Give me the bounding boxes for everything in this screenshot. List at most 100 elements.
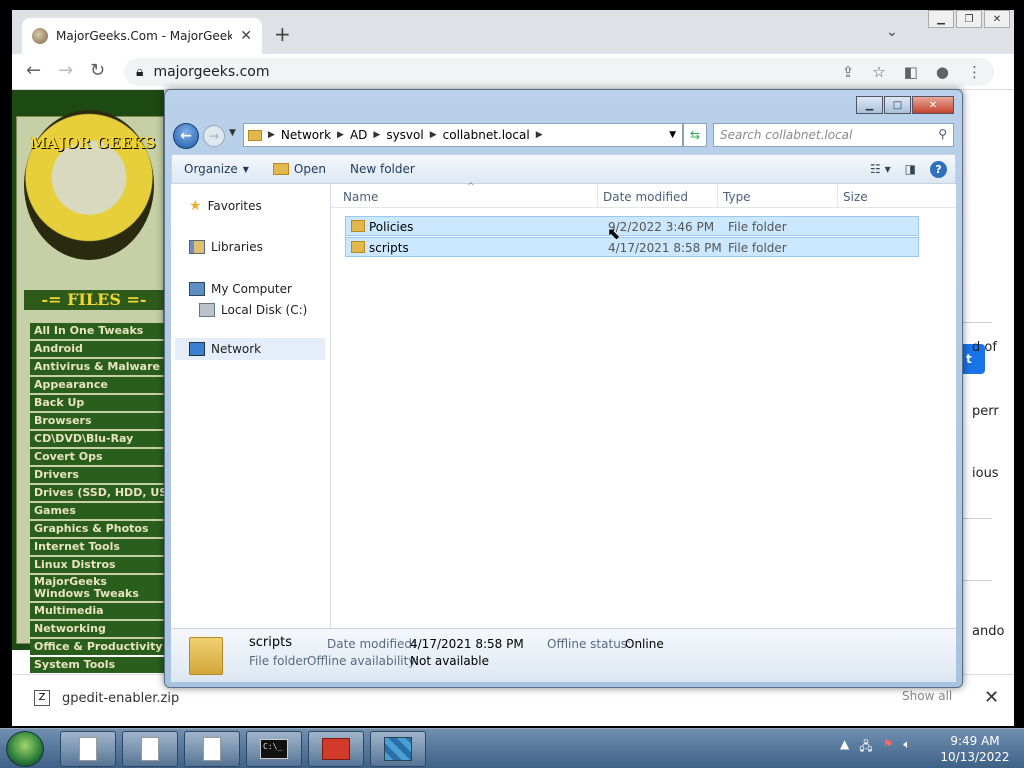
category-link[interactable]: Covert Ops bbox=[30, 449, 164, 465]
nav-local-disk[interactable]: Local Disk (C:) bbox=[199, 303, 307, 317]
kebab-menu-icon[interactable]: ⋮ bbox=[967, 63, 982, 81]
back-arrow-icon[interactable]: ← bbox=[173, 123, 199, 149]
column-divider[interactable] bbox=[597, 184, 598, 208]
category-link[interactable]: Networking bbox=[30, 621, 164, 637]
column-name[interactable]: Name bbox=[343, 190, 378, 204]
system-tray: ▲ 🖧︎ ⚑ 🔈︎ bbox=[840, 737, 911, 758]
breadcrumb-collabnet[interactable]: collabnet.local bbox=[437, 128, 536, 142]
close-download-bar-icon[interactable]: ✕ bbox=[984, 687, 999, 708]
category-link[interactable]: Antivirus & Malware bbox=[30, 359, 164, 375]
new-folder-button[interactable]: New folder bbox=[338, 162, 427, 176]
minimize-icon[interactable]: ▁ bbox=[928, 10, 954, 28]
new-tab-icon[interactable]: + bbox=[274, 24, 291, 44]
category-link[interactable]: Graphics & Photos bbox=[30, 521, 164, 537]
category-link[interactable]: Games bbox=[30, 503, 164, 519]
close-icon[interactable]: ✕ bbox=[912, 96, 954, 114]
show-all-button[interactable]: Show all bbox=[902, 689, 952, 703]
browser-tab-majorgeeks[interactable]: MajorGeeks.Com - MajorGeeks ✕ bbox=[22, 18, 262, 54]
network-tray-icon[interactable]: 🖧︎ bbox=[859, 737, 872, 758]
breadcrumb-ad[interactable]: AD bbox=[344, 128, 373, 142]
close-window-icon[interactable]: ✕ bbox=[984, 10, 1010, 28]
address-dropdown-icon[interactable]: ▼ bbox=[663, 130, 682, 140]
organize-button[interactable]: Organize ▼ bbox=[172, 162, 261, 176]
address-breadcrumb[interactable]: ▶ Network ▶ AD ▶ sysvol ▶ collabnet.loca… bbox=[243, 123, 683, 147]
category-link[interactable]: MajorGeeks Windows Tweaks bbox=[30, 575, 164, 601]
help-icon[interactable]: ? bbox=[930, 160, 947, 178]
star-icon: ★ bbox=[189, 198, 202, 214]
category-link[interactable]: Linux Distros bbox=[30, 557, 164, 573]
majorgeeks-favicon-icon bbox=[32, 28, 48, 44]
taskbar-item[interactable]: C:\_ bbox=[246, 731, 302, 767]
column-divider[interactable] bbox=[837, 184, 838, 208]
page-text-fragment: ando bbox=[972, 624, 1005, 639]
search-input[interactable]: Search collabnet.local ⚲ bbox=[713, 123, 954, 147]
minimize-icon[interactable]: ▁ bbox=[856, 96, 883, 114]
download-item[interactable]: gpedit-enabler.zip bbox=[62, 691, 179, 706]
taskbar-item[interactable] bbox=[308, 731, 364, 767]
category-link[interactable]: Drivers bbox=[30, 467, 164, 483]
open-button[interactable]: Open bbox=[261, 162, 338, 176]
category-link[interactable]: System Tools bbox=[30, 657, 164, 673]
change-view-icon[interactable]: ☷ ▾ bbox=[870, 162, 891, 176]
close-tab-icon[interactable]: ✕ bbox=[240, 28, 252, 44]
back-arrow-icon[interactable]: ← bbox=[26, 62, 41, 80]
chevron-right-icon[interactable]: ▶ bbox=[536, 130, 543, 140]
forward-arrow-icon[interactable]: → bbox=[58, 62, 73, 80]
system-clock[interactable]: 9:49 AM 10/13/2022 bbox=[940, 733, 1010, 765]
local-disk-label: Local Disk (C:) bbox=[221, 303, 308, 317]
table-row[interactable]: scripts 4/17/2021 8:58 PM File folder bbox=[345, 237, 919, 257]
category-link[interactable]: All In One Tweaks bbox=[30, 323, 164, 339]
tab-search-chevron-icon[interactable]: ⌄ bbox=[886, 24, 898, 40]
share-icon[interactable]: ⇪ bbox=[842, 63, 855, 81]
breadcrumb-network[interactable]: Network bbox=[275, 128, 337, 142]
show-hidden-icons-icon[interactable]: ▲ bbox=[840, 737, 849, 758]
favorites-label: Favorites bbox=[207, 199, 262, 213]
forward-arrow-icon[interactable]: → bbox=[203, 125, 225, 147]
taskbar-item[interactable] bbox=[122, 731, 178, 767]
refresh-icon[interactable]: ⇆ bbox=[683, 123, 707, 147]
maximize-icon[interactable]: □ bbox=[884, 96, 911, 114]
chevron-right-icon[interactable]: ▶ bbox=[373, 130, 380, 140]
start-button[interactable] bbox=[6, 731, 44, 767]
column-date-modified[interactable]: Date modified bbox=[603, 190, 688, 204]
column-size[interactable]: Size bbox=[843, 190, 868, 204]
chevron-right-icon[interactable]: ▶ bbox=[430, 130, 437, 140]
majorgeeks-logo-icon[interactable] bbox=[24, 110, 154, 260]
new-folder-label: New folder bbox=[349, 162, 415, 176]
category-link[interactable]: Appearance bbox=[30, 377, 164, 393]
category-link[interactable]: Office & Productivity bbox=[30, 639, 164, 655]
nav-my-computer[interactable]: My Computer bbox=[189, 282, 292, 296]
category-list: All In One Tweaks Android Antivirus & Malw… bbox=[30, 323, 164, 675]
nav-libraries[interactable]: Libraries bbox=[189, 240, 263, 254]
profile-avatar-icon[interactable]: ● bbox=[936, 63, 949, 81]
volume-icon[interactable]: 🔈︎ bbox=[903, 737, 910, 758]
restore-icon[interactable]: ❐ bbox=[956, 10, 982, 28]
breadcrumb-sysvol[interactable]: sysvol bbox=[380, 128, 429, 142]
taskbar-item[interactable] bbox=[184, 731, 240, 767]
category-link[interactable]: Browsers bbox=[30, 413, 164, 429]
side-panel-icon[interactable]: ◧ bbox=[904, 63, 918, 81]
category-link[interactable]: Back Up bbox=[30, 395, 164, 411]
column-type[interactable]: Type bbox=[723, 190, 751, 204]
nav-favorites[interactable]: ★ Favorites bbox=[189, 198, 262, 214]
category-link[interactable]: CD\DVD\Blu-Ray bbox=[30, 431, 164, 447]
chevron-right-icon[interactable]: ▶ bbox=[268, 130, 275, 140]
action-center-icon[interactable]: ⚑ bbox=[883, 737, 894, 758]
recent-pages-chevron-icon[interactable]: ▼ bbox=[229, 128, 236, 138]
table-row[interactable]: Policies 9/2/2022 3:46 PM File folder bbox=[345, 216, 919, 236]
category-link[interactable]: Multimedia bbox=[30, 603, 164, 619]
document-icon bbox=[79, 737, 97, 761]
category-link[interactable]: Drives (SSD, HDD, US bbox=[30, 485, 164, 501]
preview-pane-icon[interactable]: ◨ bbox=[905, 162, 916, 176]
bookmark-star-icon[interactable]: ☆ bbox=[872, 63, 885, 81]
chevron-right-icon[interactable]: ▶ bbox=[337, 130, 344, 140]
nav-network[interactable]: Network bbox=[175, 338, 325, 360]
explorer-window-controls: ▁ □ ✕ bbox=[856, 96, 954, 114]
column-divider[interactable] bbox=[717, 184, 718, 208]
taskbar-item[interactable] bbox=[370, 731, 426, 767]
category-link[interactable]: Internet Tools bbox=[30, 539, 164, 555]
address-bar[interactable]: 🔒︎ majorgeeks.com ⇪ ☆ ◧ ● ⋮ bbox=[124, 58, 994, 86]
reload-icon[interactable]: ↻ bbox=[90, 62, 105, 80]
category-link[interactable]: Android bbox=[30, 341, 164, 357]
taskbar-item[interactable] bbox=[60, 731, 116, 767]
